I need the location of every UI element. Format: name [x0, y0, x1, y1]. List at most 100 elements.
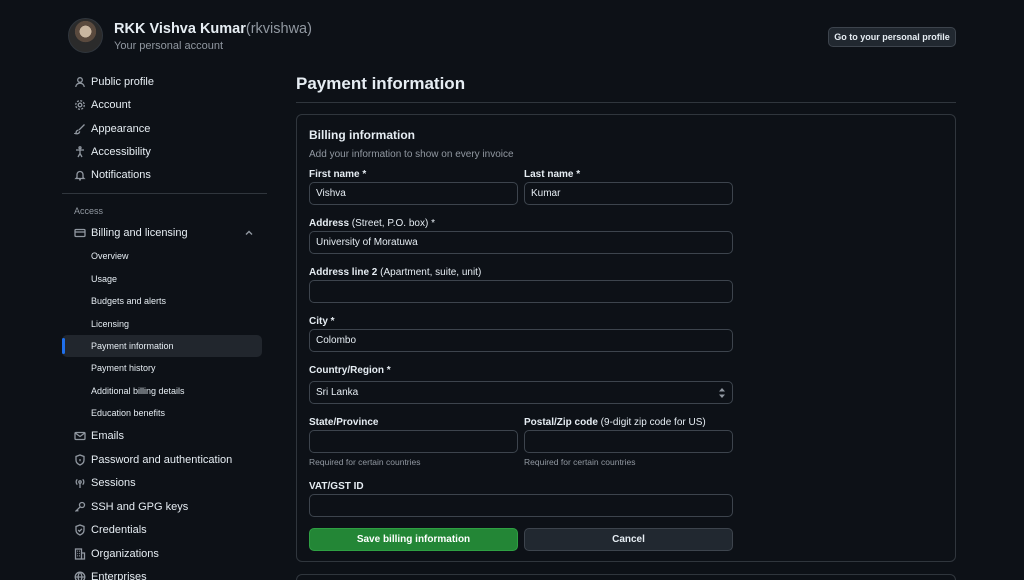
sidebar-item-accessibility[interactable]: Accessibility — [62, 141, 262, 163]
organization-icon — [74, 548, 86, 560]
sidebar-subitem-label: Budgets and alerts — [91, 296, 167, 306]
address-line2-field[interactable] — [309, 280, 733, 303]
cancel-button[interactable]: Cancel — [524, 528, 733, 551]
bell-icon — [74, 169, 86, 181]
postal-field[interactable] — [524, 430, 733, 453]
shield-lock-icon — [74, 454, 86, 466]
state-label: State/Province — [309, 417, 379, 428]
city-field[interactable]: Colombo — [309, 329, 733, 352]
accessibility-icon — [74, 146, 86, 158]
sidebar-item-label: Emails — [91, 430, 125, 442]
sidebar-item-label: Enterprises — [91, 571, 147, 580]
paintbrush-icon — [74, 123, 86, 135]
sidebar-section-access: Access — [74, 206, 104, 216]
sidebar-item-label: Appearance — [91, 123, 151, 135]
sidebar-item-emails[interactable]: Emails — [62, 425, 262, 447]
select-arrows-icon — [718, 387, 726, 399]
account-name: RKK Vishva Kumar(rkvishwa) — [114, 21, 312, 37]
sidebar-subitem-label: Usage — [91, 274, 118, 284]
sidebar-item-label: Sessions — [91, 477, 136, 489]
sidebar-subitem-label: Additional billing details — [91, 386, 185, 396]
mail-icon — [74, 430, 86, 442]
sidebar-item-label: Accessibility — [91, 146, 151, 158]
user-display-name: RKK Vishva Kumar — [114, 21, 246, 37]
sidebar-subitem-payment-history[interactable]: Payment history — [62, 357, 262, 379]
shield-check-icon — [74, 524, 86, 536]
vat-field[interactable] — [309, 494, 733, 517]
key-icon — [74, 501, 86, 513]
first-name-field[interactable]: Vishva — [309, 182, 518, 205]
sidebar-subitem-label: Payment history — [91, 363, 156, 373]
sidebar-subitem-usage[interactable]: Usage — [62, 268, 262, 290]
address-label-note: (Street, P.O. box) * — [349, 218, 435, 229]
gear-icon — [74, 99, 86, 111]
postal-label-text: Postal/Zip code — [524, 417, 598, 428]
address-line2-label-text: Address line 2 — [309, 267, 378, 278]
sidebar-item-label: SSH and GPG keys — [91, 501, 189, 513]
sidebar-divider — [62, 193, 267, 194]
chevron-up-icon[interactable] — [244, 228, 254, 238]
sidebar-item-appearance[interactable]: Appearance — [62, 118, 262, 140]
next-section-card — [296, 574, 956, 580]
sidebar-item-credentials[interactable]: Credentials — [62, 519, 262, 541]
sidebar-subitem-additional-billing[interactable]: Additional billing details — [62, 380, 262, 402]
page-title: Payment information — [296, 74, 466, 93]
user-handle: (rkvishwa) — [245, 21, 312, 37]
sidebar-subitem-label: Payment information — [91, 341, 174, 351]
sidebar-item-notifications[interactable]: Notifications — [62, 164, 262, 186]
postal-hint: Required for certain countries — [524, 457, 636, 467]
sidebar-subitem-label: Education benefits — [91, 408, 166, 418]
billing-card-subtitle: Add your information to show on every in… — [309, 149, 514, 160]
globe-icon — [74, 571, 86, 580]
sidebar-subitem-overview[interactable]: Overview — [62, 245, 262, 267]
city-label: City * — [309, 316, 335, 327]
sidebar-item-label: Password and authentication — [91, 454, 233, 466]
country-selected-value: Sri Lanka — [316, 387, 359, 398]
sidebar-item-organizations[interactable]: Organizations — [62, 543, 262, 565]
title-divider — [296, 102, 956, 103]
avatar[interactable] — [68, 18, 103, 53]
credit-card-icon — [74, 227, 86, 239]
sidebar-item-password[interactable]: Password and authentication — [62, 449, 262, 471]
go-to-profile-button[interactable]: Go to your personal profile — [828, 27, 956, 47]
billing-information-form: Billing information Add your information… — [296, 114, 956, 562]
last-name-label: Last name * — [524, 169, 581, 180]
sidebar-item-label: Public profile — [91, 76, 154, 88]
country-select[interactable]: Sri Lanka — [309, 381, 733, 404]
account-type-label: Your personal account — [114, 40, 224, 52]
address-field[interactable]: University of Moratuwa — [309, 231, 733, 254]
sidebar-item-sessions[interactable]: Sessions — [62, 472, 262, 494]
sidebar-item-label: Organizations — [91, 548, 159, 560]
sidebar-item-account[interactable]: Account — [62, 94, 262, 116]
last-name-field[interactable]: Kumar — [524, 182, 733, 205]
postal-label-note: (9-digit zip code for US) — [597, 417, 706, 428]
sidebar-item-label: Notifications — [91, 169, 151, 181]
sidebar-item-label: Account — [91, 99, 131, 111]
page-header: RKK Vishva Kumar(rkvishwa) Your personal… — [0, 0, 1024, 62]
first-name-label: First name * — [309, 169, 367, 180]
sidebar-subitem-licensing[interactable]: Licensing — [62, 313, 262, 335]
vat-label: VAT/GST ID — [309, 481, 364, 492]
person-icon — [74, 76, 86, 88]
address-label: Address (Street, P.O. box) * — [309, 218, 435, 229]
state-field[interactable] — [309, 430, 518, 453]
sidebar-item-label: Credentials — [91, 524, 147, 536]
billing-card-title: Billing information — [309, 128, 415, 142]
active-indicator — [62, 338, 65, 354]
address-label-text: Address — [309, 218, 350, 229]
sidebar-item-ssh-gpg[interactable]: SSH and GPG keys — [62, 496, 262, 518]
state-hint: Required for certain countries — [309, 457, 421, 467]
save-billing-button[interactable]: Save billing information — [309, 528, 518, 551]
sidebar-subitem-education[interactable]: Education benefits — [62, 402, 262, 424]
sidebar-item-enterprises[interactable]: Enterprises — [62, 566, 262, 580]
sidebar-subitem-budgets[interactable]: Budgets and alerts — [62, 290, 262, 312]
address-line2-label-note: (Apartment, suite, unit) — [377, 267, 482, 278]
broadcast-icon — [74, 477, 86, 489]
address-line2-label: Address line 2 (Apartment, suite, unit) — [309, 267, 481, 278]
country-label: Country/Region * — [309, 365, 391, 376]
sidebar-subitem-payment-information[interactable]: Payment information — [62, 335, 262, 357]
sidebar-subitem-label: Licensing — [91, 319, 130, 329]
sidebar-item-billing[interactable]: Billing and licensing — [62, 222, 262, 244]
postal-label: Postal/Zip code (9-digit zip code for US… — [524, 417, 706, 428]
sidebar-item-public-profile[interactable]: Public profile — [62, 71, 262, 93]
